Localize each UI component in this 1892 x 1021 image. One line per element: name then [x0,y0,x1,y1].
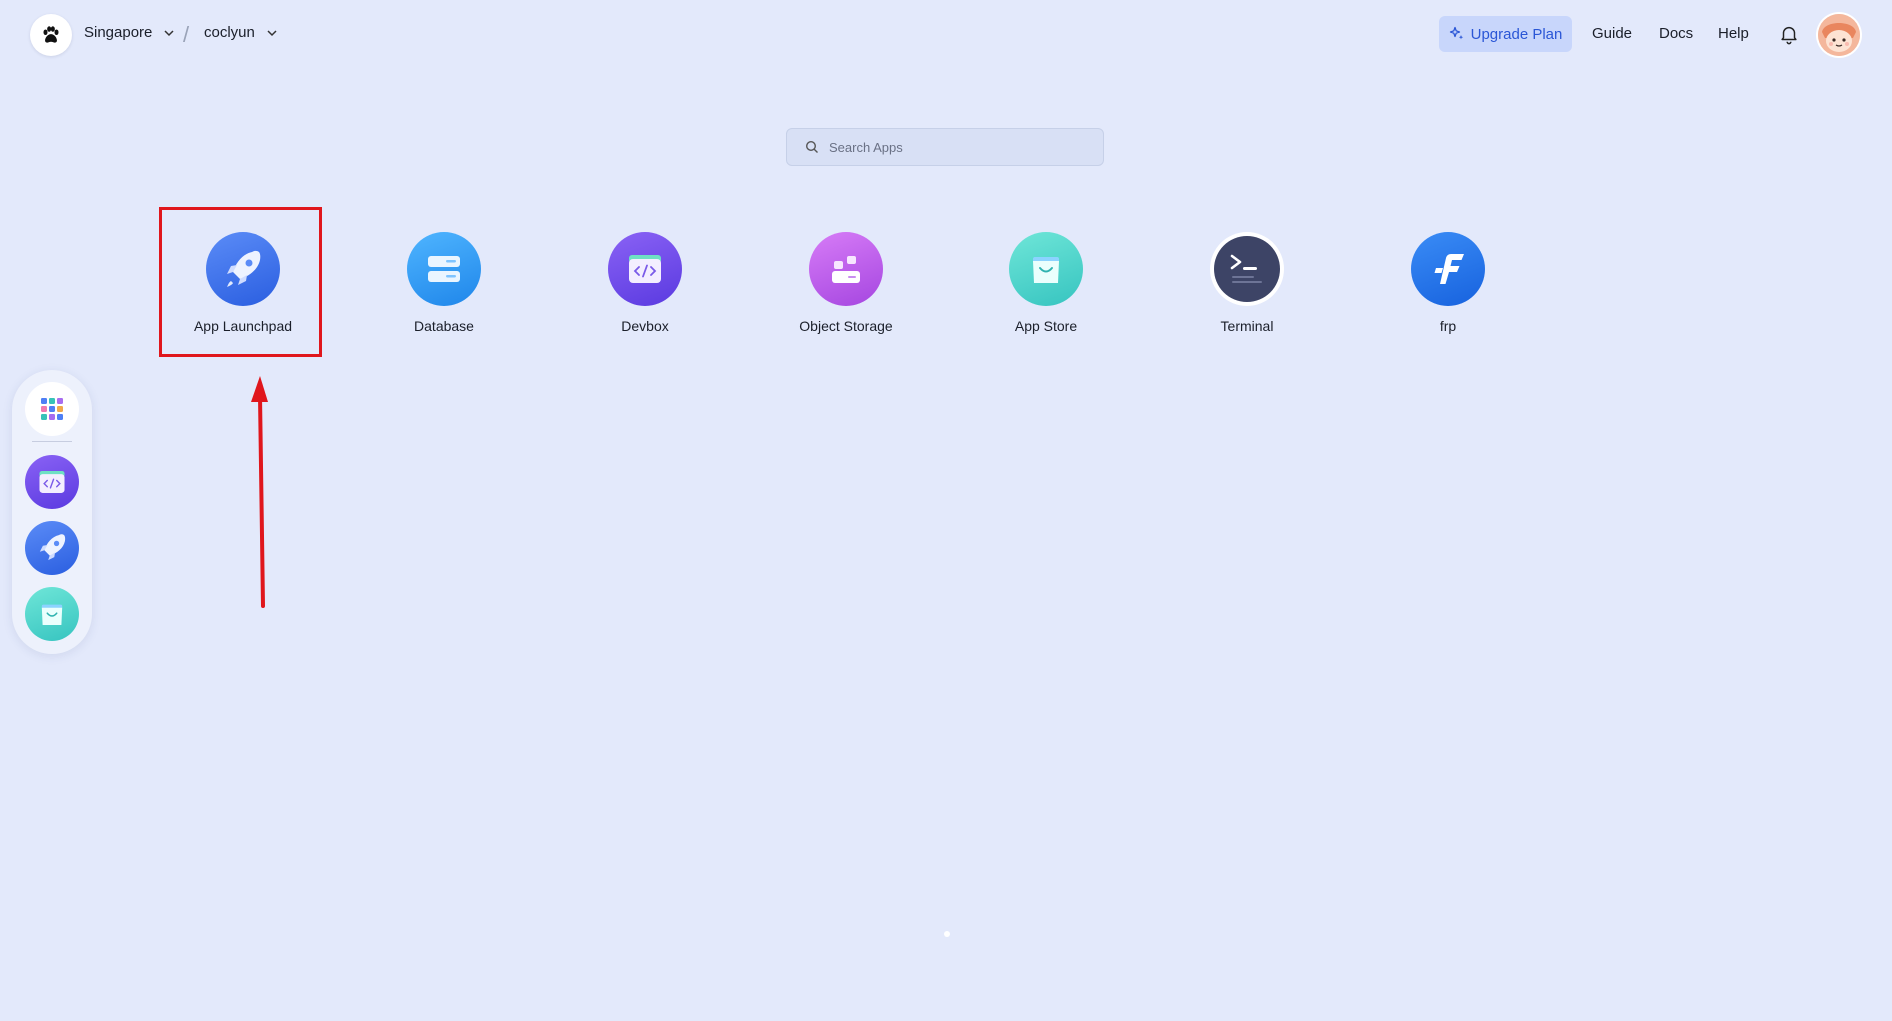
rocket-icon [39,534,66,561]
search-apps-field[interactable] [786,128,1104,166]
dock-app-grid-button[interactable] [25,382,79,436]
object-storage-tile[interactable]: Object Storage [761,232,931,334]
app-grid-icon [41,398,63,420]
breadcrumb-separator: / [183,22,190,47]
devbox-tile[interactable]: Devbox [560,232,730,334]
workspace-label: coclyun [204,24,255,41]
dock-app-store-button[interactable] [25,587,79,641]
arrow-up-annotation [251,376,268,608]
database-tile[interactable]: Database [359,232,529,334]
app-label: frp [1439,318,1457,334]
workspace-selector[interactable]: coclyun [204,24,279,41]
app-label: Devbox [621,318,669,334]
paw-icon [43,26,59,43]
avatar-face-icon [1818,14,1860,56]
dock-devbox-button[interactable] [25,455,79,509]
dock-app-launchpad-button[interactable] [25,521,79,575]
upgrade-plan-label: Upgrade Plan [1470,25,1563,43]
bell-icon[interactable] [1778,23,1800,45]
top-bar: Singapore / coclyun Upgrade Plan Guide D… [0,0,1892,70]
app-label: Terminal [1220,318,1274,334]
search-apps-input[interactable] [827,138,1071,156]
code-folder-icon [608,232,682,306]
chevron-down-icon [164,29,174,36]
app-label: App Store [1014,318,1078,334]
shopping-bag-icon [41,604,63,625]
docs-link[interactable]: Docs [1659,25,1693,42]
shopping-bag-icon [1009,232,1083,306]
frp-icon [1411,232,1485,306]
frp-tile[interactable]: frp [1363,232,1533,334]
user-avatar[interactable] [1818,14,1860,56]
upgrade-plan-button[interactable]: Upgrade Plan [1439,16,1572,52]
chevron-down-icon [267,29,277,36]
app-label: Database [414,318,474,334]
app-store-tile[interactable]: App Store [961,232,1131,334]
sealos-logo[interactable] [30,14,72,56]
region-label: Singapore [84,24,153,41]
dock-divider [32,441,72,442]
database-icon [407,232,481,306]
region-selector[interactable]: Singapore [84,24,176,41]
sparkle-icon [1449,26,1463,40]
help-link[interactable]: Help [1718,25,1749,42]
search-icon [805,140,818,153]
terminal-icon [1210,232,1284,306]
guide-link[interactable]: Guide [1592,25,1632,42]
app-dock [12,370,92,654]
app-label: Object Storage [799,318,893,334]
highlight-box [159,207,322,357]
page-indicator-dot[interactable] [944,931,950,937]
code-folder-icon [39,471,65,493]
terminal-tile[interactable]: Terminal [1162,232,1332,334]
blocks-icon [809,232,883,306]
